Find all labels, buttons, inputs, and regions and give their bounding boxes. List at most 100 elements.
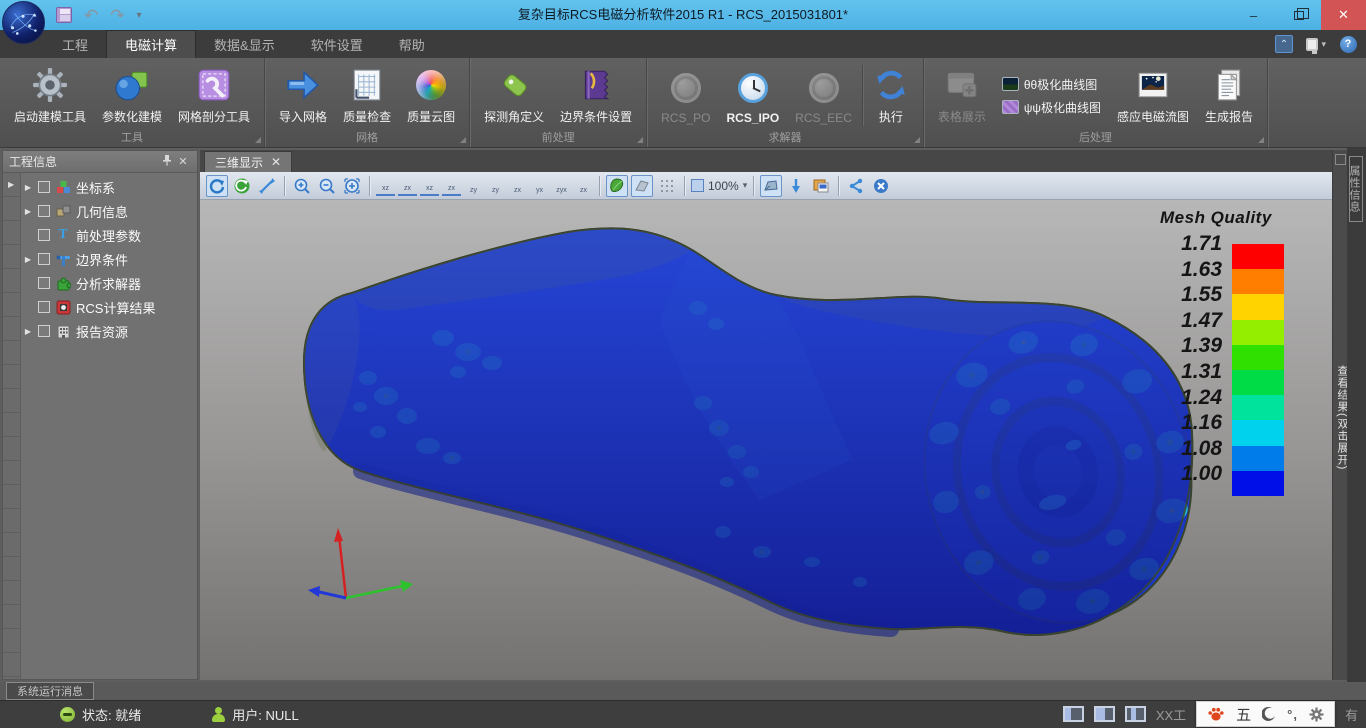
ime-settings-gear-icon[interactable] bbox=[1309, 707, 1324, 722]
main-area: 工程信息 ✕ ▶ ▶ 坐标系 ▶ bbox=[0, 148, 1366, 682]
view-iso2-button[interactable]: yx bbox=[530, 176, 549, 196]
help-icon[interactable]: ? bbox=[1338, 34, 1358, 54]
shaded-mode-button[interactable] bbox=[606, 175, 628, 197]
ime-mode-label[interactable]: 五 bbox=[1236, 704, 1251, 725]
zoom-level-control[interactable]: 100% ▾ bbox=[691, 179, 747, 193]
checkbox[interactable] bbox=[38, 229, 50, 241]
layout-right-icon[interactable] bbox=[1125, 706, 1146, 722]
close-circle-button[interactable] bbox=[870, 175, 892, 197]
plane-mode-button[interactable] bbox=[631, 175, 653, 197]
view-iso3-button[interactable]: zyx bbox=[552, 176, 571, 196]
strip-button[interactable] bbox=[1335, 154, 1346, 165]
pan-view-button[interactable] bbox=[256, 175, 278, 197]
rotate-view-button[interactable] bbox=[206, 175, 228, 197]
ime-moon-icon[interactable] bbox=[1262, 707, 1276, 722]
gen-report-button[interactable]: 生成报告 bbox=[1197, 61, 1261, 130]
3d-canvas[interactable]: Mesh Quality 1.71 1.63 1.55 1.47 1.39 1.… bbox=[200, 200, 1332, 680]
tree-item-boundary[interactable]: ▶ 边界条件 bbox=[21, 247, 197, 271]
minimize-button[interactable]: – bbox=[1231, 0, 1276, 30]
tab-close-icon[interactable]: ✕ bbox=[271, 155, 281, 169]
view-xz2-button[interactable]: xz bbox=[420, 176, 439, 196]
zoom-extents-button[interactable] bbox=[341, 175, 363, 197]
view-iso1-button[interactable]: zx bbox=[508, 176, 527, 196]
group-label-preprocess: 前处理 bbox=[470, 130, 646, 147]
checkbox[interactable] bbox=[38, 253, 50, 265]
restore-button[interactable] bbox=[1276, 0, 1321, 30]
legend-value: 1.08 bbox=[1160, 436, 1222, 462]
group-label-postprocess: 后处理 bbox=[924, 130, 1267, 147]
tree-item-rcs-results[interactable]: RCS计算结果 bbox=[21, 295, 197, 319]
probe-angle-button[interactable]: 探测角定义 bbox=[476, 61, 552, 130]
down-arrow-button[interactable] bbox=[785, 175, 807, 197]
close-button[interactable]: ✕ bbox=[1321, 0, 1366, 30]
menu-tab-em-compute[interactable]: 电磁计算 bbox=[106, 30, 196, 58]
view-iso4-button[interactable]: zx bbox=[574, 176, 593, 196]
building-icon bbox=[55, 323, 71, 339]
expander-icon[interactable]: ▶ bbox=[23, 183, 33, 192]
zoom-out-button[interactable] bbox=[316, 175, 338, 197]
grid-mode-button[interactable] bbox=[656, 175, 678, 197]
checkbox[interactable] bbox=[38, 277, 50, 289]
theta-curve-button[interactable]: θθ极化曲线图 bbox=[1002, 76, 1101, 93]
rcs-po-button[interactable]: RCS_PO bbox=[653, 61, 718, 130]
system-messages-tab[interactable]: 系统运行消息 bbox=[6, 682, 94, 700]
collapse-ribbon-icon[interactable]: ⌃ bbox=[1274, 34, 1294, 54]
quality-cloud-button[interactable]: 质量云图 bbox=[399, 61, 463, 130]
view-zx2-button[interactable]: zx bbox=[442, 176, 461, 196]
rcs-ipo-button[interactable]: RCS_IPO bbox=[718, 61, 787, 130]
menu-tab-project[interactable]: 工程 bbox=[44, 30, 106, 58]
tree-item-coordinate[interactable]: ▶ 坐标系 bbox=[21, 175, 197, 199]
checkbox[interactable] bbox=[38, 205, 50, 217]
expander-icon[interactable]: ▶ bbox=[23, 327, 33, 336]
ime-punct-icon[interactable]: °, bbox=[1287, 707, 1298, 722]
view-zy-button[interactable]: zy bbox=[464, 176, 483, 196]
psi-curve-button[interactable]: ψψ极化曲线图 bbox=[1002, 99, 1101, 116]
menu-tab-data-display[interactable]: 数据&显示 bbox=[196, 30, 293, 58]
view-zy2-button[interactable]: zy bbox=[486, 176, 505, 196]
table-show-button[interactable]: 表格展示 bbox=[930, 61, 994, 130]
rcs-eec-button[interactable]: RCS_EEC bbox=[787, 61, 860, 130]
legend-value: 1.24 bbox=[1160, 385, 1222, 411]
zoom-in-button[interactable] bbox=[291, 175, 313, 197]
tree-item-solver[interactable]: 分析求解器 bbox=[21, 271, 197, 295]
em-flow-button[interactable]: 感应电磁流图 bbox=[1109, 61, 1197, 130]
quality-check-button[interactable]: 质量检查 bbox=[335, 61, 399, 130]
surface-select-button[interactable] bbox=[760, 175, 782, 197]
property-info-tab[interactable]: 属性信息 bbox=[1349, 156, 1363, 222]
checkbox[interactable] bbox=[38, 181, 50, 193]
expander-icon[interactable]: ▶ bbox=[23, 207, 33, 216]
toolbar-separator bbox=[753, 176, 754, 196]
group-label-tools: 工具 bbox=[0, 130, 264, 147]
pin-icon[interactable] bbox=[159, 154, 175, 169]
execute-button[interactable]: 执行 bbox=[865, 61, 917, 130]
gutter-arrow-icon[interactable]: ▶ bbox=[3, 173, 20, 189]
rcs-result-icon bbox=[55, 299, 71, 315]
tree-item-preprocess-params[interactable]: T 前处理参数 bbox=[21, 223, 197, 247]
tree-item-geometry[interactable]: ▶ 几何信息 bbox=[21, 199, 197, 223]
legend-color-block bbox=[1232, 370, 1284, 395]
import-mesh-button[interactable]: 导入网格 bbox=[271, 61, 335, 130]
mesh-tool-button[interactable]: 网格剖分工具 bbox=[170, 61, 258, 130]
boundary-setting-button[interactable]: 边界条件设置 bbox=[552, 61, 640, 130]
menu-tab-settings[interactable]: 软件设置 bbox=[293, 30, 381, 58]
layout-wide-icon[interactable] bbox=[1094, 706, 1115, 722]
display-style-icon[interactable]: ▾ bbox=[1306, 34, 1326, 54]
checkbox[interactable] bbox=[38, 325, 50, 337]
toolbar-separator bbox=[284, 176, 285, 196]
viewport-tab-3d[interactable]: 三维显示 ✕ bbox=[204, 151, 292, 172]
menu-tab-help[interactable]: 帮助 bbox=[381, 30, 443, 58]
legend-color-block bbox=[1232, 244, 1284, 269]
view-xz-button[interactable]: xz bbox=[376, 176, 395, 196]
expander-icon[interactable]: ▶ bbox=[23, 255, 33, 264]
ime-paw-icon[interactable] bbox=[1207, 706, 1225, 722]
export-image-button[interactable] bbox=[810, 175, 832, 197]
layout-left-icon[interactable] bbox=[1063, 706, 1084, 722]
sync-view-button[interactable] bbox=[231, 175, 253, 197]
share-button[interactable] bbox=[845, 175, 867, 197]
param-modeling-button[interactable]: 参数化建模 bbox=[94, 61, 170, 130]
tree-item-report-resources[interactable]: ▶ 报告资源 bbox=[21, 319, 197, 343]
checkbox[interactable] bbox=[38, 301, 50, 313]
panel-close-icon[interactable]: ✕ bbox=[175, 155, 191, 168]
view-zx-button[interactable]: zx bbox=[398, 176, 417, 196]
launch-modeler-button[interactable]: 启动建模工具 bbox=[6, 61, 94, 130]
